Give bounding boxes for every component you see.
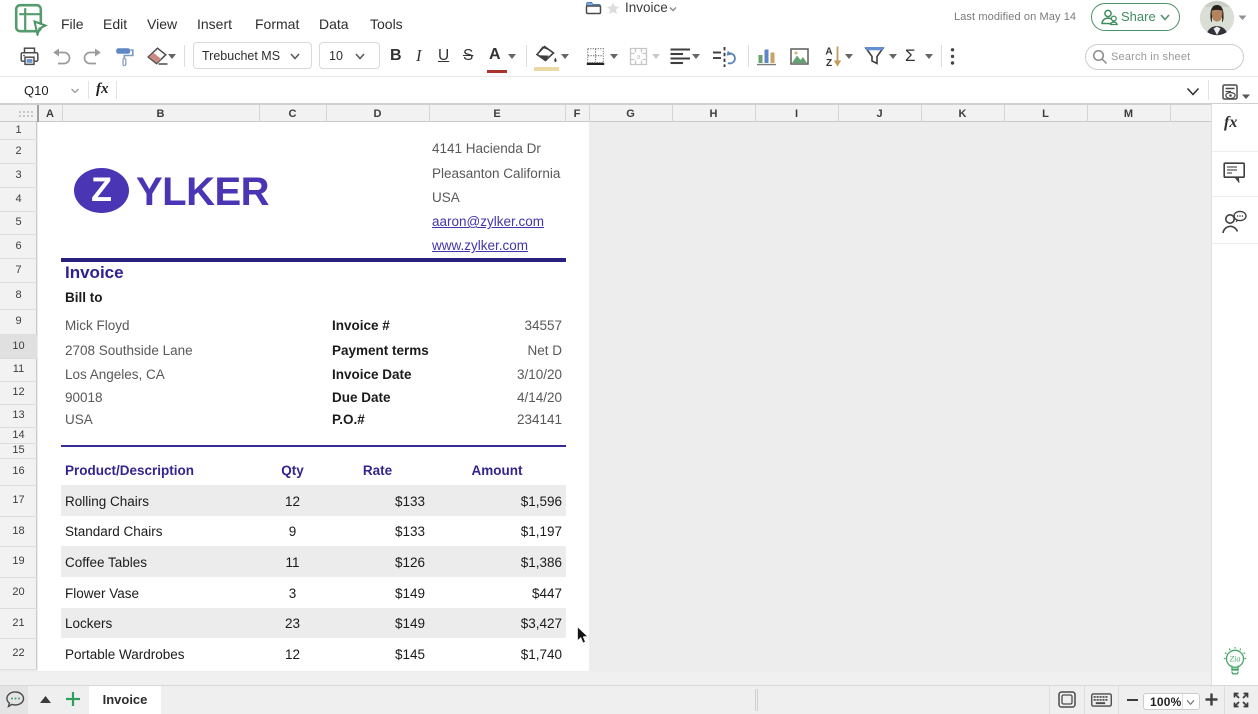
svg-text:Zia: Zia xyxy=(1230,655,1241,664)
svg-text:Z: Z xyxy=(826,58,832,68)
svg-text:A: A xyxy=(825,47,832,58)
svg-text:a: a xyxy=(637,54,641,61)
